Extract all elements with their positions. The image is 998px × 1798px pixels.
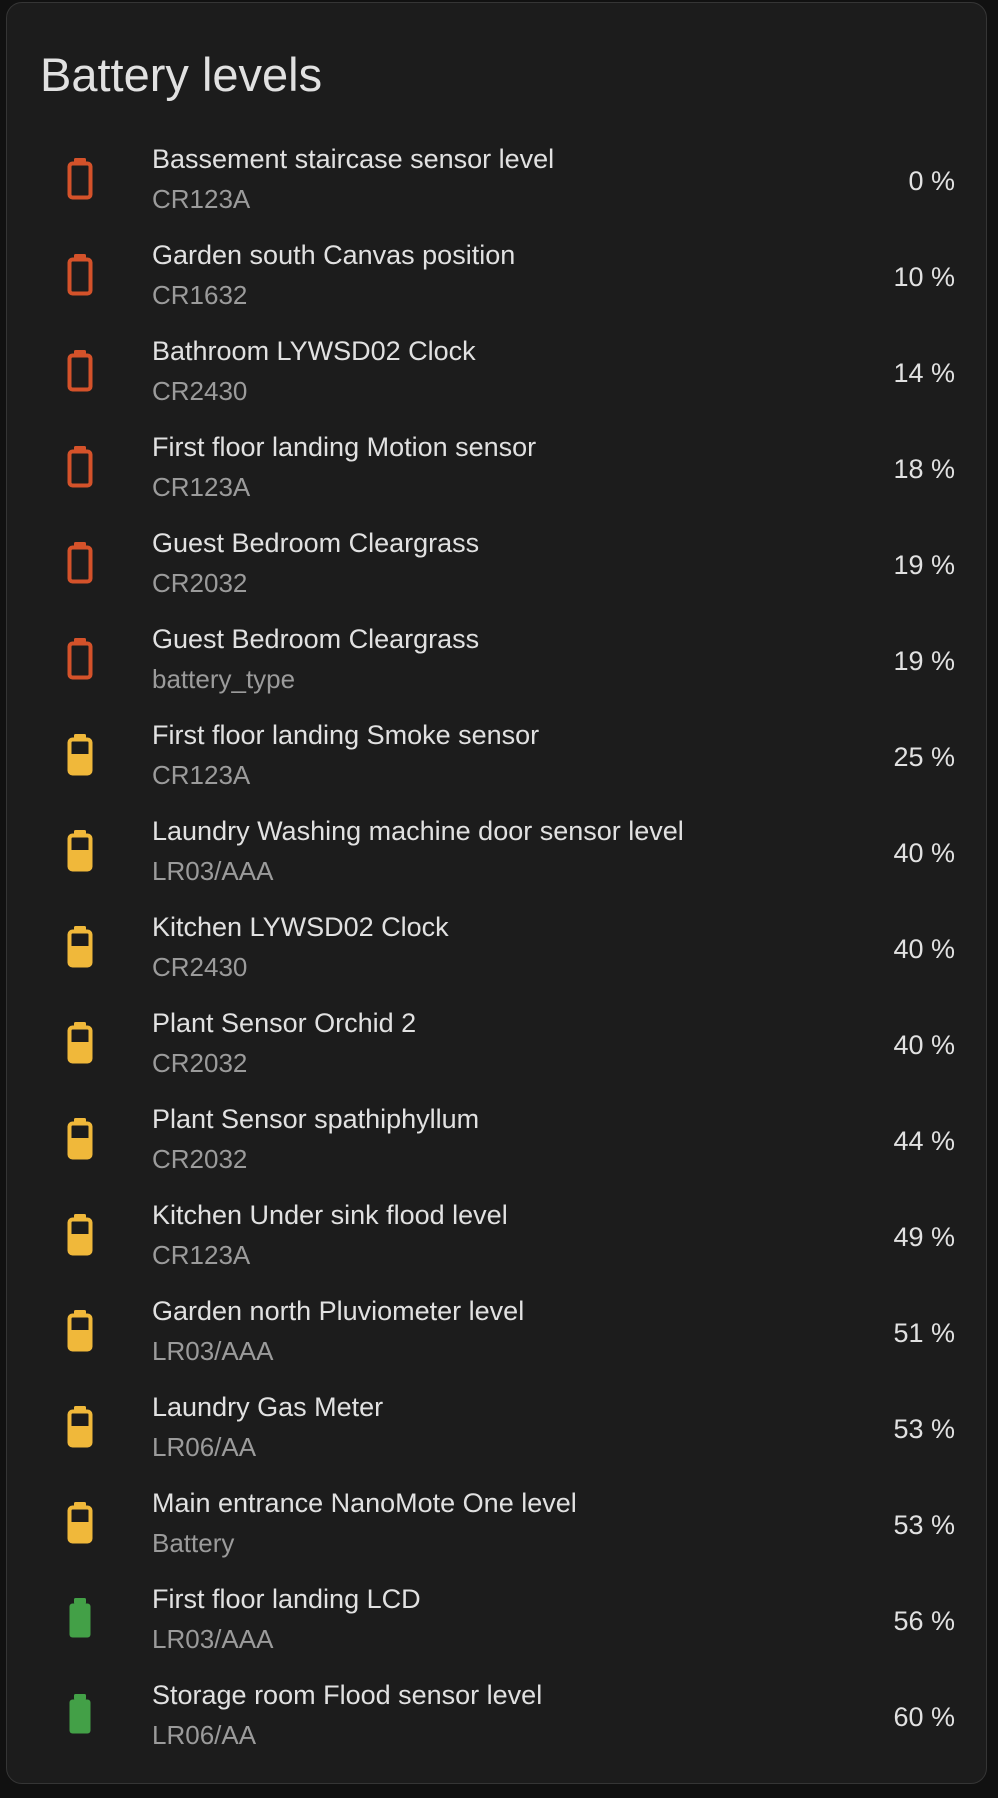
entity-name: Bathroom LYWSD02 Clock [152, 336, 476, 366]
battery-row[interactable]: Garden south Canvas position CR1632 10 % [7, 229, 986, 325]
battery-level: 51 % [893, 1318, 955, 1348]
battery-level: 56 % [893, 1606, 955, 1636]
battery-type: LR06/AA [152, 1720, 257, 1750]
battery-row[interactable]: Kitchen LYWSD02 Clock CR2430 40 % [7, 901, 986, 997]
battery-type: CR123A [152, 472, 251, 502]
battery-medium-icon [60, 1404, 100, 1454]
entity-name: First floor landing Motion sensor [152, 432, 537, 462]
battery-level: 40 % [893, 934, 955, 964]
entity-name: Garden north Pluviometer level [152, 1296, 525, 1326]
battery-level: 14 % [893, 358, 955, 388]
battery-level: 53 % [893, 1510, 955, 1540]
entity-name: Garden south Canvas position [152, 240, 516, 270]
battery-level: 40 % [893, 838, 955, 868]
battery-type: CR2032 [152, 568, 248, 598]
battery-type: battery_type [152, 664, 296, 694]
battery-row[interactable]: Laundry Gas Meter LR06/AA 53 % [7, 1381, 986, 1477]
battery-type: Battery [152, 1528, 235, 1558]
battery-type: CR1632 [152, 280, 248, 310]
battery-level: 49 % [893, 1222, 955, 1252]
entity-name: Storage room Flood sensor level [152, 1680, 543, 1710]
battery-level: 19 % [893, 550, 955, 580]
battery-low-icon [60, 540, 100, 590]
battery-level: 60 % [893, 1702, 955, 1732]
battery-type: LR03/AAA [152, 856, 274, 886]
battery-type: CR123A [152, 184, 251, 214]
battery-row[interactable]: Laundry Washing machine door sensor leve… [7, 805, 986, 901]
battery-type: LR03/AAA [152, 1336, 274, 1366]
battery-type: CR2032 [152, 1048, 248, 1078]
battery-row[interactable]: First floor landing LCD LR03/AAA 56 % [7, 1573, 986, 1669]
battery-level: 40 % [893, 1030, 955, 1060]
battery-level: 25 % [893, 742, 955, 772]
battery-row[interactable]: Storage room Flood sensor level LR06/AA 60… [7, 1669, 986, 1765]
battery-medium-icon [60, 828, 100, 878]
battery-level: 53 % [893, 1414, 955, 1444]
battery-type: CR2032 [152, 1144, 248, 1174]
entity-name: Guest Bedroom Cleargrass [152, 528, 480, 558]
entity-name: Laundry Gas Meter [152, 1392, 384, 1422]
battery-medium-icon [60, 1020, 100, 1070]
battery-type: LR03/AAA [152, 1624, 274, 1654]
battery-medium-icon [60, 1212, 100, 1262]
battery-low-icon [60, 156, 100, 206]
battery-level: 18 % [893, 454, 955, 484]
battery-type: LR06/AA [152, 1432, 257, 1462]
entity-name: Main entrance NanoMote One level [152, 1488, 577, 1518]
entity-name: Guest Bedroom Cleargrass [152, 624, 480, 654]
battery-row[interactable]: Guest Bedroom Cleargrass battery_type 19 % [7, 613, 986, 709]
battery-high-icon [60, 1596, 100, 1646]
battery-medium-icon [60, 732, 100, 782]
entity-name: Plant Sensor spathiphyllum [152, 1104, 480, 1134]
entity-name: Kitchen Under sink flood level [152, 1200, 508, 1230]
battery-low-icon [60, 636, 100, 686]
battery-high-icon [60, 1692, 100, 1742]
battery-level: 0 % [908, 166, 955, 196]
battery-row[interactable]: Kitchen Under sink flood level CR123A 49 % [7, 1189, 986, 1285]
battery-row[interactable]: Bathroom LYWSD02 Clock CR2430 14 % [7, 325, 986, 421]
battery-row[interactable]: Guest Bedroom Cleargrass CR2032 19 % [7, 517, 986, 613]
battery-level: 19 % [893, 646, 955, 676]
battery-medium-icon [60, 1116, 100, 1166]
battery-type: CR123A [152, 1240, 251, 1270]
battery-card: Battery levels Bassement staircase senso… [6, 2, 987, 1784]
entity-name: Kitchen LYWSD02 Clock [152, 912, 449, 942]
entity-name: Laundry Washing machine door sensor leve… [152, 816, 684, 846]
battery-type: CR123A [152, 760, 251, 790]
battery-type: CR2430 [152, 376, 248, 406]
entity-name: First floor landing LCD [152, 1584, 421, 1614]
battery-medium-icon [60, 1500, 100, 1550]
battery-medium-icon [60, 1308, 100, 1358]
entity-name: First floor landing Smoke sensor [152, 720, 540, 750]
battery-low-icon [60, 444, 100, 494]
battery-low-icon [60, 252, 100, 302]
battery-list: Bassement staircase sensor level CR123A 0 … [7, 133, 986, 1765]
entity-name: Plant Sensor Orchid 2 [152, 1008, 417, 1038]
battery-row[interactable]: Bassement staircase sensor level CR123A 0 … [7, 133, 986, 229]
battery-row[interactable]: First floor landing Smoke sensor CR123A 25… [7, 709, 986, 805]
battery-row[interactable]: First floor landing Motion sensor CR123A 1… [7, 421, 986, 517]
battery-medium-icon [60, 924, 100, 974]
battery-level: 44 % [893, 1126, 955, 1156]
battery-low-icon [60, 348, 100, 398]
battery-row[interactable]: Main entrance NanoMote One level Battery 5… [7, 1477, 986, 1573]
card-title: Battery levels [40, 48, 323, 101]
battery-level: 10 % [893, 262, 955, 292]
battery-row[interactable]: Garden north Pluviometer level LR03/AAA 51… [7, 1285, 986, 1381]
battery-row[interactable]: Plant Sensor spathiphyllum CR2032 44 % [7, 1093, 986, 1189]
battery-type: CR2430 [152, 952, 248, 982]
battery-row[interactable]: Plant Sensor Orchid 2 CR2032 40 % [7, 997, 986, 1093]
entity-name: Bassement staircase sensor level [152, 144, 555, 174]
